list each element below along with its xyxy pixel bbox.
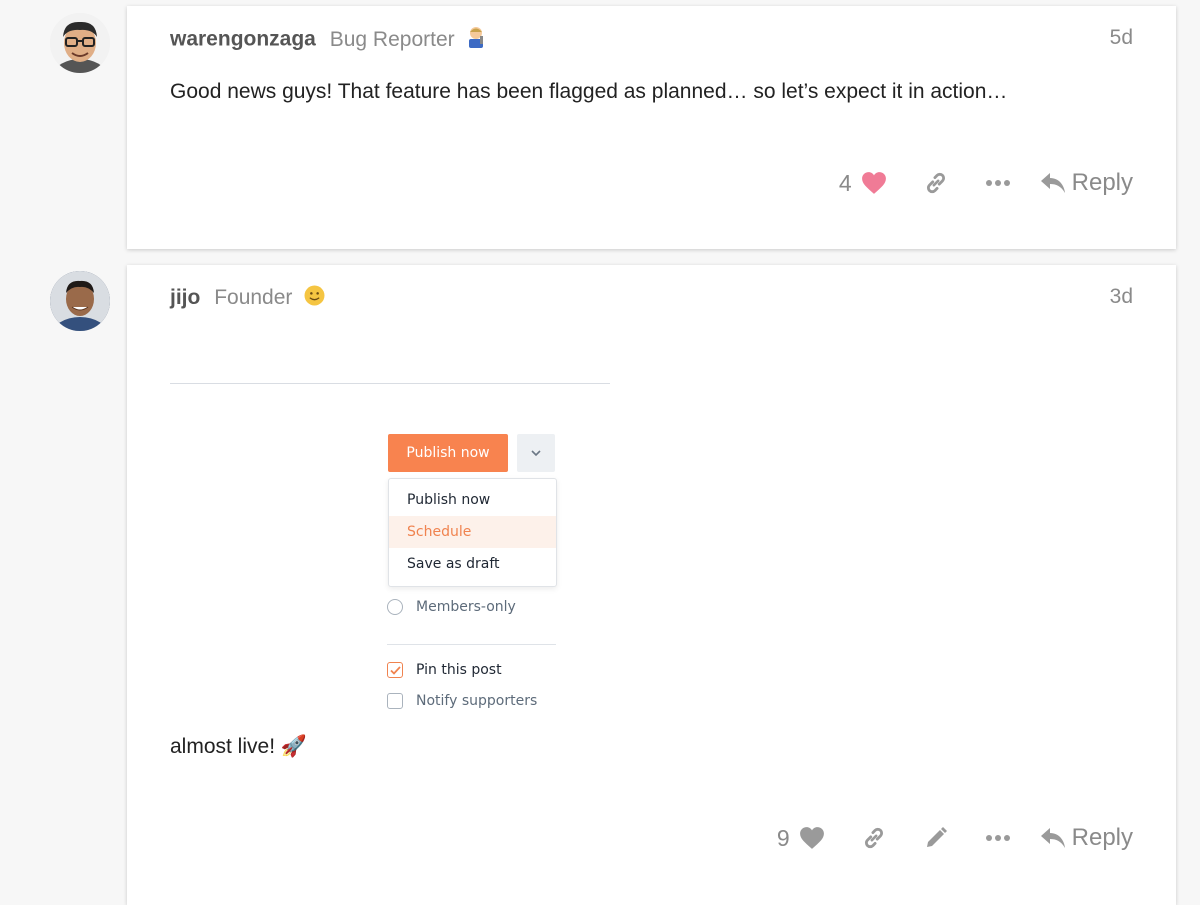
members-only-label: Members-only	[416, 599, 516, 615]
avatar[interactable]	[50, 13, 110, 73]
like-count[interactable]: 9	[777, 825, 790, 852]
user-title: Founder	[214, 286, 293, 310]
like-count[interactable]: 4	[839, 170, 852, 197]
post-header: warengonzaga Bug Reporter	[170, 26, 486, 54]
post-date[interactable]: 3d	[1110, 285, 1133, 309]
menu-item-schedule: Schedule	[389, 516, 556, 548]
members-only-option: Members-only	[387, 599, 516, 615]
link-icon	[926, 172, 945, 194]
post-actions: 4 Reply	[839, 166, 1133, 200]
user-photo-icon	[50, 271, 110, 331]
checkbox-checked-icon	[387, 662, 403, 678]
share-link-button[interactable]	[860, 821, 888, 855]
checkbox-icon	[387, 693, 403, 709]
username[interactable]: jijo	[170, 286, 200, 309]
menu-item-save-draft: Save as draft	[407, 556, 500, 572]
more-options-button[interactable]	[984, 166, 1012, 200]
post-body: Good news guys! That feature has been fl…	[170, 80, 1008, 103]
cartoon-avatar-icon	[50, 13, 110, 73]
post-actions: 9 Reply	[777, 821, 1133, 855]
ellipsis-icon	[985, 835, 1010, 841]
chevron-down-icon	[531, 450, 541, 457]
embedded-screenshot[interactable]: Publish now Publish now Schedule Save as…	[162, 347, 611, 719]
radio-icon	[387, 599, 403, 615]
edit-button[interactable]	[922, 821, 950, 855]
avatar[interactable]	[50, 271, 110, 331]
like-button[interactable]	[860, 166, 888, 200]
pencil-icon	[926, 827, 947, 847]
notify-option: Notify supporters	[387, 693, 537, 709]
dropdown-toggle	[517, 434, 555, 472]
publish-menu: Publish now Schedule Save as draft	[388, 478, 557, 587]
user-title: Bug Reporter	[329, 27, 455, 51]
reply-button[interactable]: Reply	[1040, 169, 1133, 197]
like-button[interactable]	[798, 821, 826, 855]
smiling-face-emoji-icon	[304, 285, 325, 312]
notify-label: Notify supporters	[416, 693, 538, 709]
publish-now-button: Publish now	[388, 434, 508, 472]
username[interactable]: warengonzaga	[170, 28, 316, 51]
post-header: jijo Founder	[170, 285, 325, 312]
ellipsis-icon	[985, 180, 1010, 186]
pin-post-label: Pin this post	[416, 662, 502, 678]
reply-arrow-icon	[1040, 828, 1065, 848]
more-options-button[interactable]	[984, 821, 1012, 855]
reply-button[interactable]: Reply	[1040, 824, 1133, 852]
link-icon	[864, 827, 883, 849]
post-card: jijo Founder 3d Publish now Publish now …	[127, 265, 1176, 905]
divider	[387, 644, 556, 645]
post-body: almost live! 🚀	[170, 735, 308, 758]
reply-label: Reply	[1071, 824, 1133, 851]
share-link-button[interactable]	[922, 166, 950, 200]
post-date[interactable]: 5d	[1110, 26, 1133, 50]
post-card: warengonzaga Bug Reporter 5d Good news g…	[127, 6, 1176, 249]
menu-item-publish-now: Publish now	[407, 492, 491, 508]
divider	[170, 383, 610, 384]
mechanic-emoji-icon	[466, 26, 486, 54]
reply-arrow-icon	[1040, 173, 1065, 193]
reply-label: Reply	[1071, 169, 1133, 196]
heart-icon	[799, 827, 824, 849]
pin-post-option: Pin this post	[387, 662, 502, 678]
heart-icon	[861, 172, 886, 194]
